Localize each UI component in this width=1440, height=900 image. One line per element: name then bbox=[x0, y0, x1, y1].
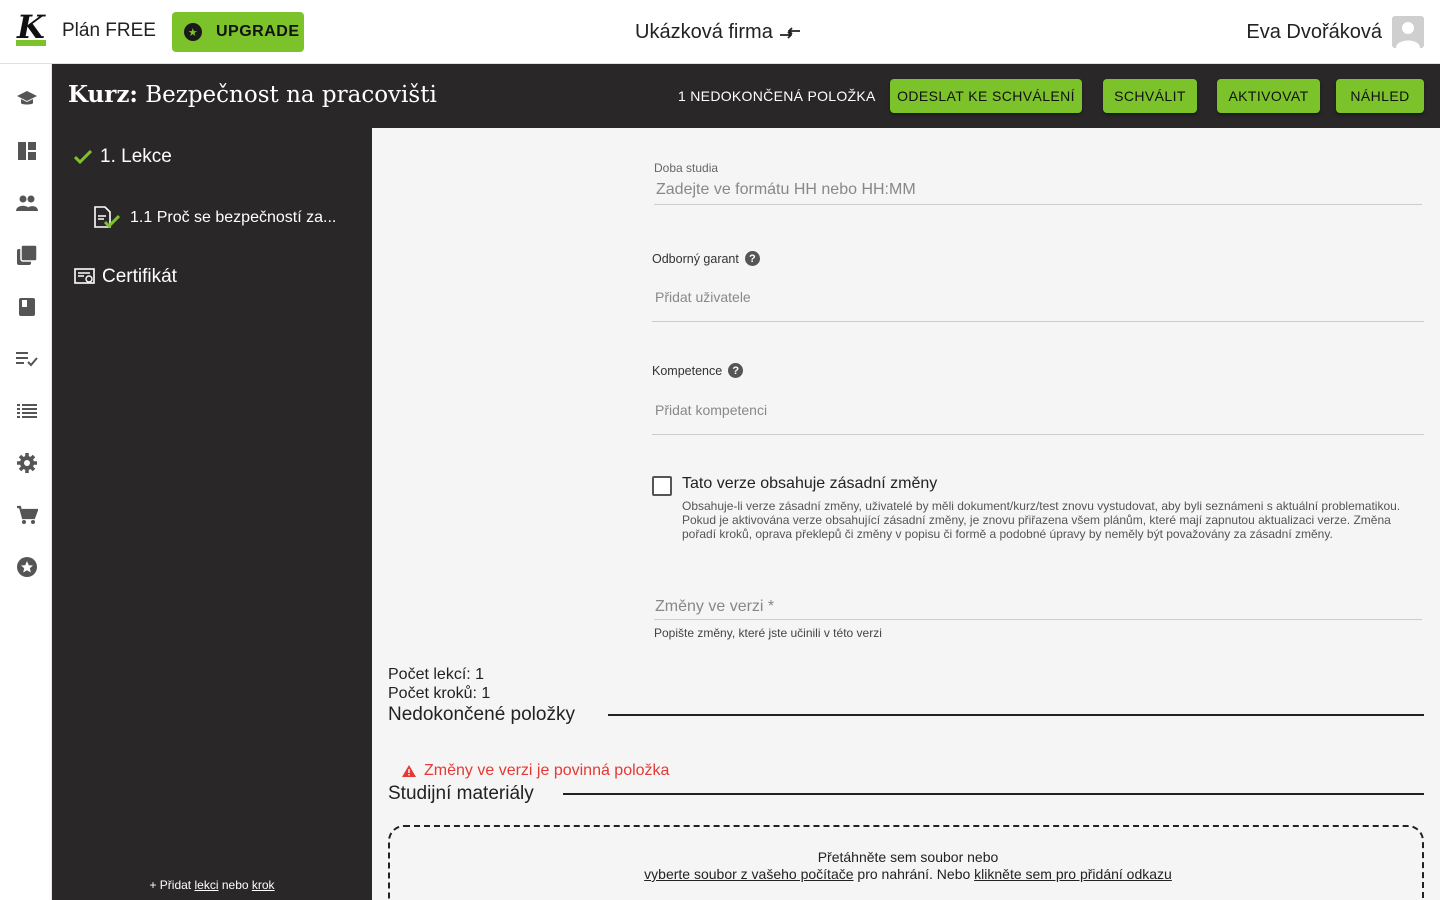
version-changes-underline bbox=[654, 619, 1422, 620]
document-check-icon bbox=[94, 206, 120, 229]
company-switcher[interactable]: Ukázková firma bbox=[635, 21, 801, 44]
dashboard-icon[interactable] bbox=[16, 140, 38, 162]
svg-text:K: K bbox=[16, 10, 46, 46]
competence-input[interactable]: Přidat kompetenci bbox=[655, 402, 767, 418]
guarantor-label: Odborný garant ? bbox=[652, 251, 760, 266]
error-text[interactable]: Změny ve verzi je povinná položka bbox=[424, 762, 669, 780]
book-icon[interactable] bbox=[16, 296, 38, 318]
version-changes-helper: Popište změny, které jste učinili v této… bbox=[654, 626, 882, 640]
help-icon[interactable]: ? bbox=[744, 251, 760, 266]
swap-icon bbox=[779, 26, 800, 39]
sidebar-item-certificate[interactable]: Certifikát bbox=[74, 266, 177, 288]
course-outline-sidebar: 1. Lekce 1.1 Proč se bezpečností za... C… bbox=[52, 128, 372, 900]
section-divider bbox=[608, 714, 1424, 716]
main-content: Doba studia Zadejte ve formátu HH nebo H… bbox=[372, 128, 1440, 900]
preview-button[interactable]: NÁHLED bbox=[1336, 79, 1424, 113]
version-changes-input[interactable]: Změny ve verzi * bbox=[655, 598, 774, 616]
study-time-input[interactable]: Zadejte ve formátu HH nebo HH:MM bbox=[656, 181, 916, 199]
step-label: 1.1 Proč se bezpečností za... bbox=[130, 209, 337, 226]
library-icon[interactable] bbox=[16, 244, 38, 266]
add-step-link[interactable]: krok bbox=[252, 878, 275, 892]
add-lesson-link[interactable]: lekci bbox=[194, 878, 218, 892]
major-change-description: Obsahuje-li verze zásadní změny, uživate… bbox=[682, 499, 1401, 541]
add-or-text: nebo bbox=[221, 878, 249, 892]
sidebar-item-lesson[interactable]: 1. Lekce bbox=[74, 146, 172, 168]
sidebar-item-step[interactable]: 1.1 Proč se bezpečností za... bbox=[94, 206, 336, 230]
course-title: Kurz: Bezpečnost na pracovišti bbox=[68, 81, 437, 108]
section-divider bbox=[563, 793, 1424, 795]
study-time-label: Doba studia bbox=[654, 161, 719, 175]
unfinished-section-title: Nedokončené položky bbox=[388, 704, 575, 725]
competence-label: Kompetence ? bbox=[652, 363, 744, 378]
course-title-prefix: Kurz: bbox=[68, 81, 138, 108]
upload-text: pro nahrání. Nebo bbox=[857, 866, 971, 882]
check-icon bbox=[74, 150, 92, 164]
cart-icon[interactable] bbox=[16, 504, 38, 526]
study-time-underline bbox=[654, 204, 1422, 205]
guarantor-input[interactable]: Přidat uživatele bbox=[655, 289, 751, 305]
logo[interactable]: K bbox=[16, 10, 46, 46]
course-header: Kurz: Bezpečnost na pracovišti 1 NEDOKON… bbox=[52, 64, 1440, 128]
star-icon: ★ bbox=[184, 23, 202, 41]
course-stats: Počet lekcí: 1 Počet kroků: 1 bbox=[388, 665, 490, 703]
help-icon[interactable]: ? bbox=[728, 363, 744, 378]
plan-label: Plán FREE bbox=[62, 20, 156, 41]
list-icon[interactable] bbox=[16, 400, 38, 422]
settings-icon[interactable] bbox=[16, 452, 38, 474]
major-change-label[interactable]: Tato verze obsahuje zásadní změny bbox=[682, 475, 937, 493]
certificate-label: Certifikát bbox=[102, 266, 177, 287]
add-prefix: + Přidat bbox=[149, 878, 192, 892]
company-name: Ukázková firma bbox=[635, 21, 773, 43]
guarantor-underline bbox=[652, 321, 1424, 322]
approve-button[interactable]: SCHVÁLIT bbox=[1103, 79, 1197, 113]
major-change-checkbox[interactable] bbox=[652, 476, 672, 496]
dropzone-instruction: Přetáhněte sem soubor nebo bbox=[817, 849, 999, 865]
user-name[interactable]: Eva Dvořáková bbox=[1246, 21, 1382, 44]
warning-icon bbox=[402, 765, 416, 777]
top-bar: K Plán FREE ★ UPGRADE Ukázková firma Eva… bbox=[0, 0, 1440, 64]
upgrade-label: UPGRADE bbox=[216, 23, 300, 40]
star-badge-icon[interactable] bbox=[16, 556, 38, 578]
validation-error: Změny ve verzi je povinná položka bbox=[402, 762, 669, 780]
competence-label-text: Kompetence bbox=[652, 363, 723, 378]
left-nav-rail bbox=[0, 64, 52, 900]
file-dropzone[interactable]: Přetáhněte sem soubor nebo vyberte soubo… bbox=[388, 825, 1424, 900]
unfinished-count[interactable]: 1 NEDOKONČENÁ POLOŽKA bbox=[678, 88, 876, 104]
guarantor-label-text: Odborný garant bbox=[652, 251, 739, 266]
lesson-label: 1. Lekce bbox=[100, 146, 172, 167]
avatar[interactable] bbox=[1392, 16, 1424, 48]
lesson-count: Počet lekcí: 1 bbox=[388, 666, 485, 683]
checklist-icon[interactable] bbox=[16, 348, 38, 370]
add-link-link[interactable]: klikněte sem pro přidání odkazu bbox=[974, 866, 1172, 882]
upgrade-button[interactable]: ★ UPGRADE bbox=[172, 12, 304, 52]
submit-for-approval-button[interactable]: ODESLAT KE SCHVÁLENÍ bbox=[890, 79, 1082, 113]
competence-underline bbox=[652, 434, 1424, 435]
step-count: Počet kroků: 1 bbox=[388, 685, 491, 702]
school-icon[interactable] bbox=[16, 88, 38, 110]
certificate-icon bbox=[74, 268, 95, 284]
materials-section-title: Studijní materiály bbox=[388, 783, 534, 804]
add-lesson-or-step: + Přidat lekci nebo krok bbox=[52, 878, 372, 892]
people-icon[interactable] bbox=[16, 192, 38, 214]
activate-button[interactable]: AKTIVOVAT bbox=[1217, 79, 1320, 113]
course-title-name: Bezpečnost na pracovišti bbox=[145, 82, 437, 108]
select-file-link[interactable]: vyberte soubor z vašeho počítače bbox=[644, 866, 853, 882]
